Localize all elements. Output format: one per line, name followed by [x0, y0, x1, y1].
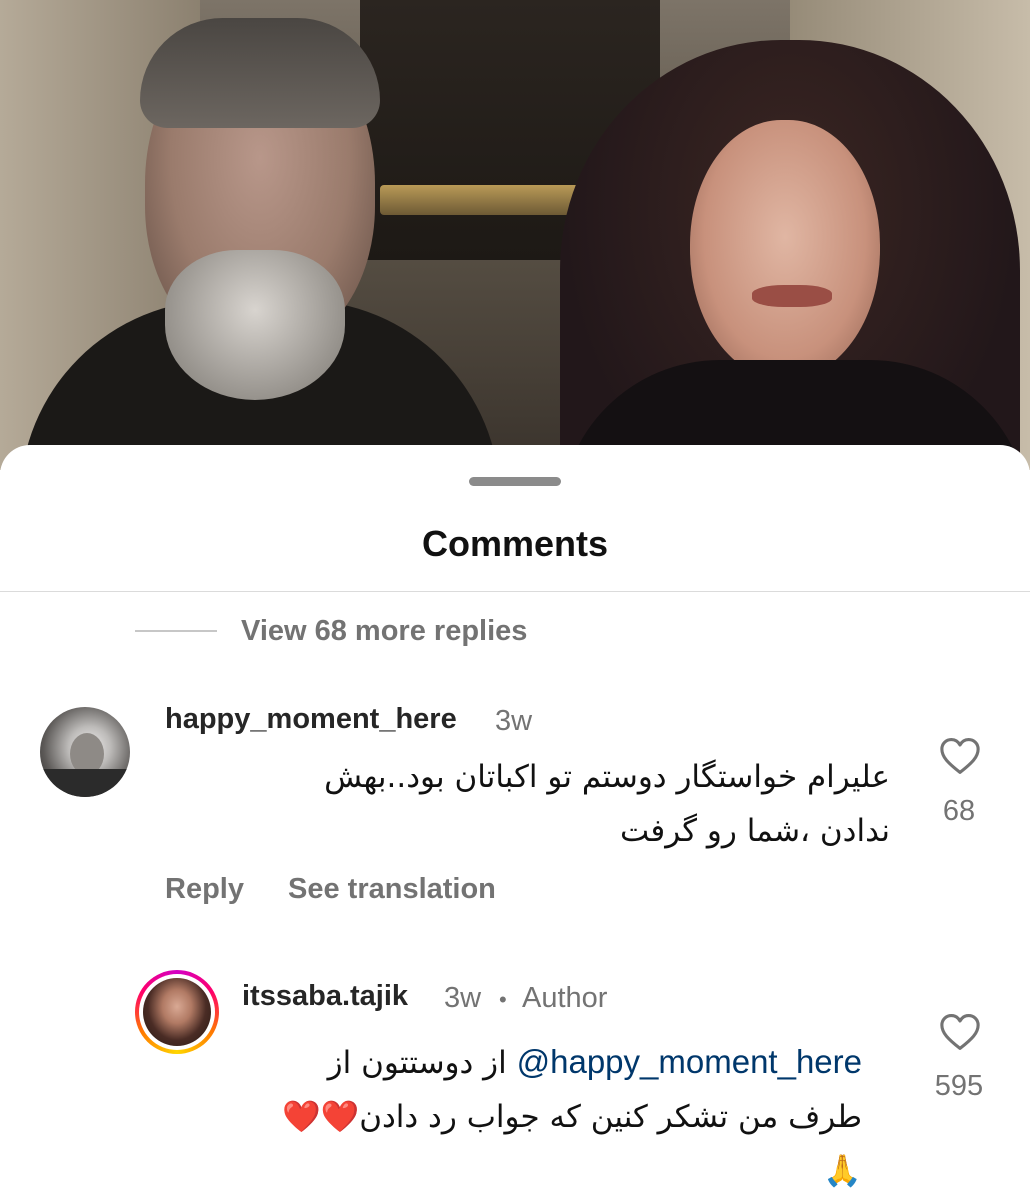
comment-text-line: ندادن ،شما رو گرفت	[619, 813, 890, 849]
avatar[interactable]	[40, 707, 130, 797]
comment-username[interactable]: itssaba.tajik	[242, 980, 408, 1013]
like-count: 595	[934, 1070, 984, 1102]
avatar-story-ring[interactable]	[135, 970, 219, 1054]
person-left-hair	[140, 18, 380, 128]
separator-dot: •	[499, 987, 507, 1012]
sheet-drag-handle[interactable]	[469, 477, 561, 486]
comment-time: 3w	[495, 705, 533, 737]
author-badge: Author	[522, 982, 608, 1014]
like-count: 68	[942, 795, 976, 827]
heart-outline-icon[interactable]	[939, 1013, 981, 1051]
post-media-background	[0, 0, 1030, 470]
comment-text: @happy_moment_here از دوستتون از طرف من …	[242, 1035, 862, 1198]
comment-time: 3w	[444, 982, 482, 1014]
mention-link[interactable]: @happy_moment_here	[517, 1043, 862, 1080]
view-more-replies-button[interactable]: View 68 more replies	[135, 613, 527, 649]
avatar-shoulders	[40, 769, 130, 797]
avatar-ring-gap	[139, 974, 215, 1050]
replies-line	[135, 630, 217, 632]
comment-text-line: طرف من تشکر کنین که جواب رد دادن❤️❤️	[242, 1090, 862, 1144]
folded-hands-emoji: 🙏	[823, 1153, 862, 1189]
avatar	[143, 978, 211, 1046]
comment-username[interactable]: happy_moment_here	[165, 703, 457, 736]
person-right-lips	[752, 285, 832, 307]
person-right-face	[690, 120, 880, 380]
comment-text-fragment: از دوستتون از	[327, 1045, 507, 1081]
comment-text: علیرام خواستگار دوستم تو اکباتان بود..به…	[165, 750, 890, 858]
heart-outline-icon[interactable]	[939, 737, 981, 775]
sheet-divider	[0, 591, 1030, 592]
comment-text-fragment: طرف من تشکر کنین که جواب رد دادن	[359, 1099, 862, 1135]
comment-text-line: 🙏	[242, 1144, 862, 1198]
comment-text-line: @happy_moment_here از دوستتون از	[242, 1035, 862, 1090]
comments-sheet: Comments View 68 more replies happy_mome…	[0, 445, 1030, 1200]
red-heart-emoji: ❤️❤️	[282, 1099, 360, 1135]
see-translation-button[interactable]: See translation	[288, 873, 496, 906]
view-more-replies-label: View 68 more replies	[241, 614, 528, 647]
reply-button[interactable]: Reply	[165, 873, 244, 906]
sheet-title: Comments	[421, 523, 609, 564]
comment-text-line: علیرام خواستگار دوستم تو اکباتان بود..به…	[324, 759, 890, 795]
person-left-beard	[165, 250, 345, 400]
